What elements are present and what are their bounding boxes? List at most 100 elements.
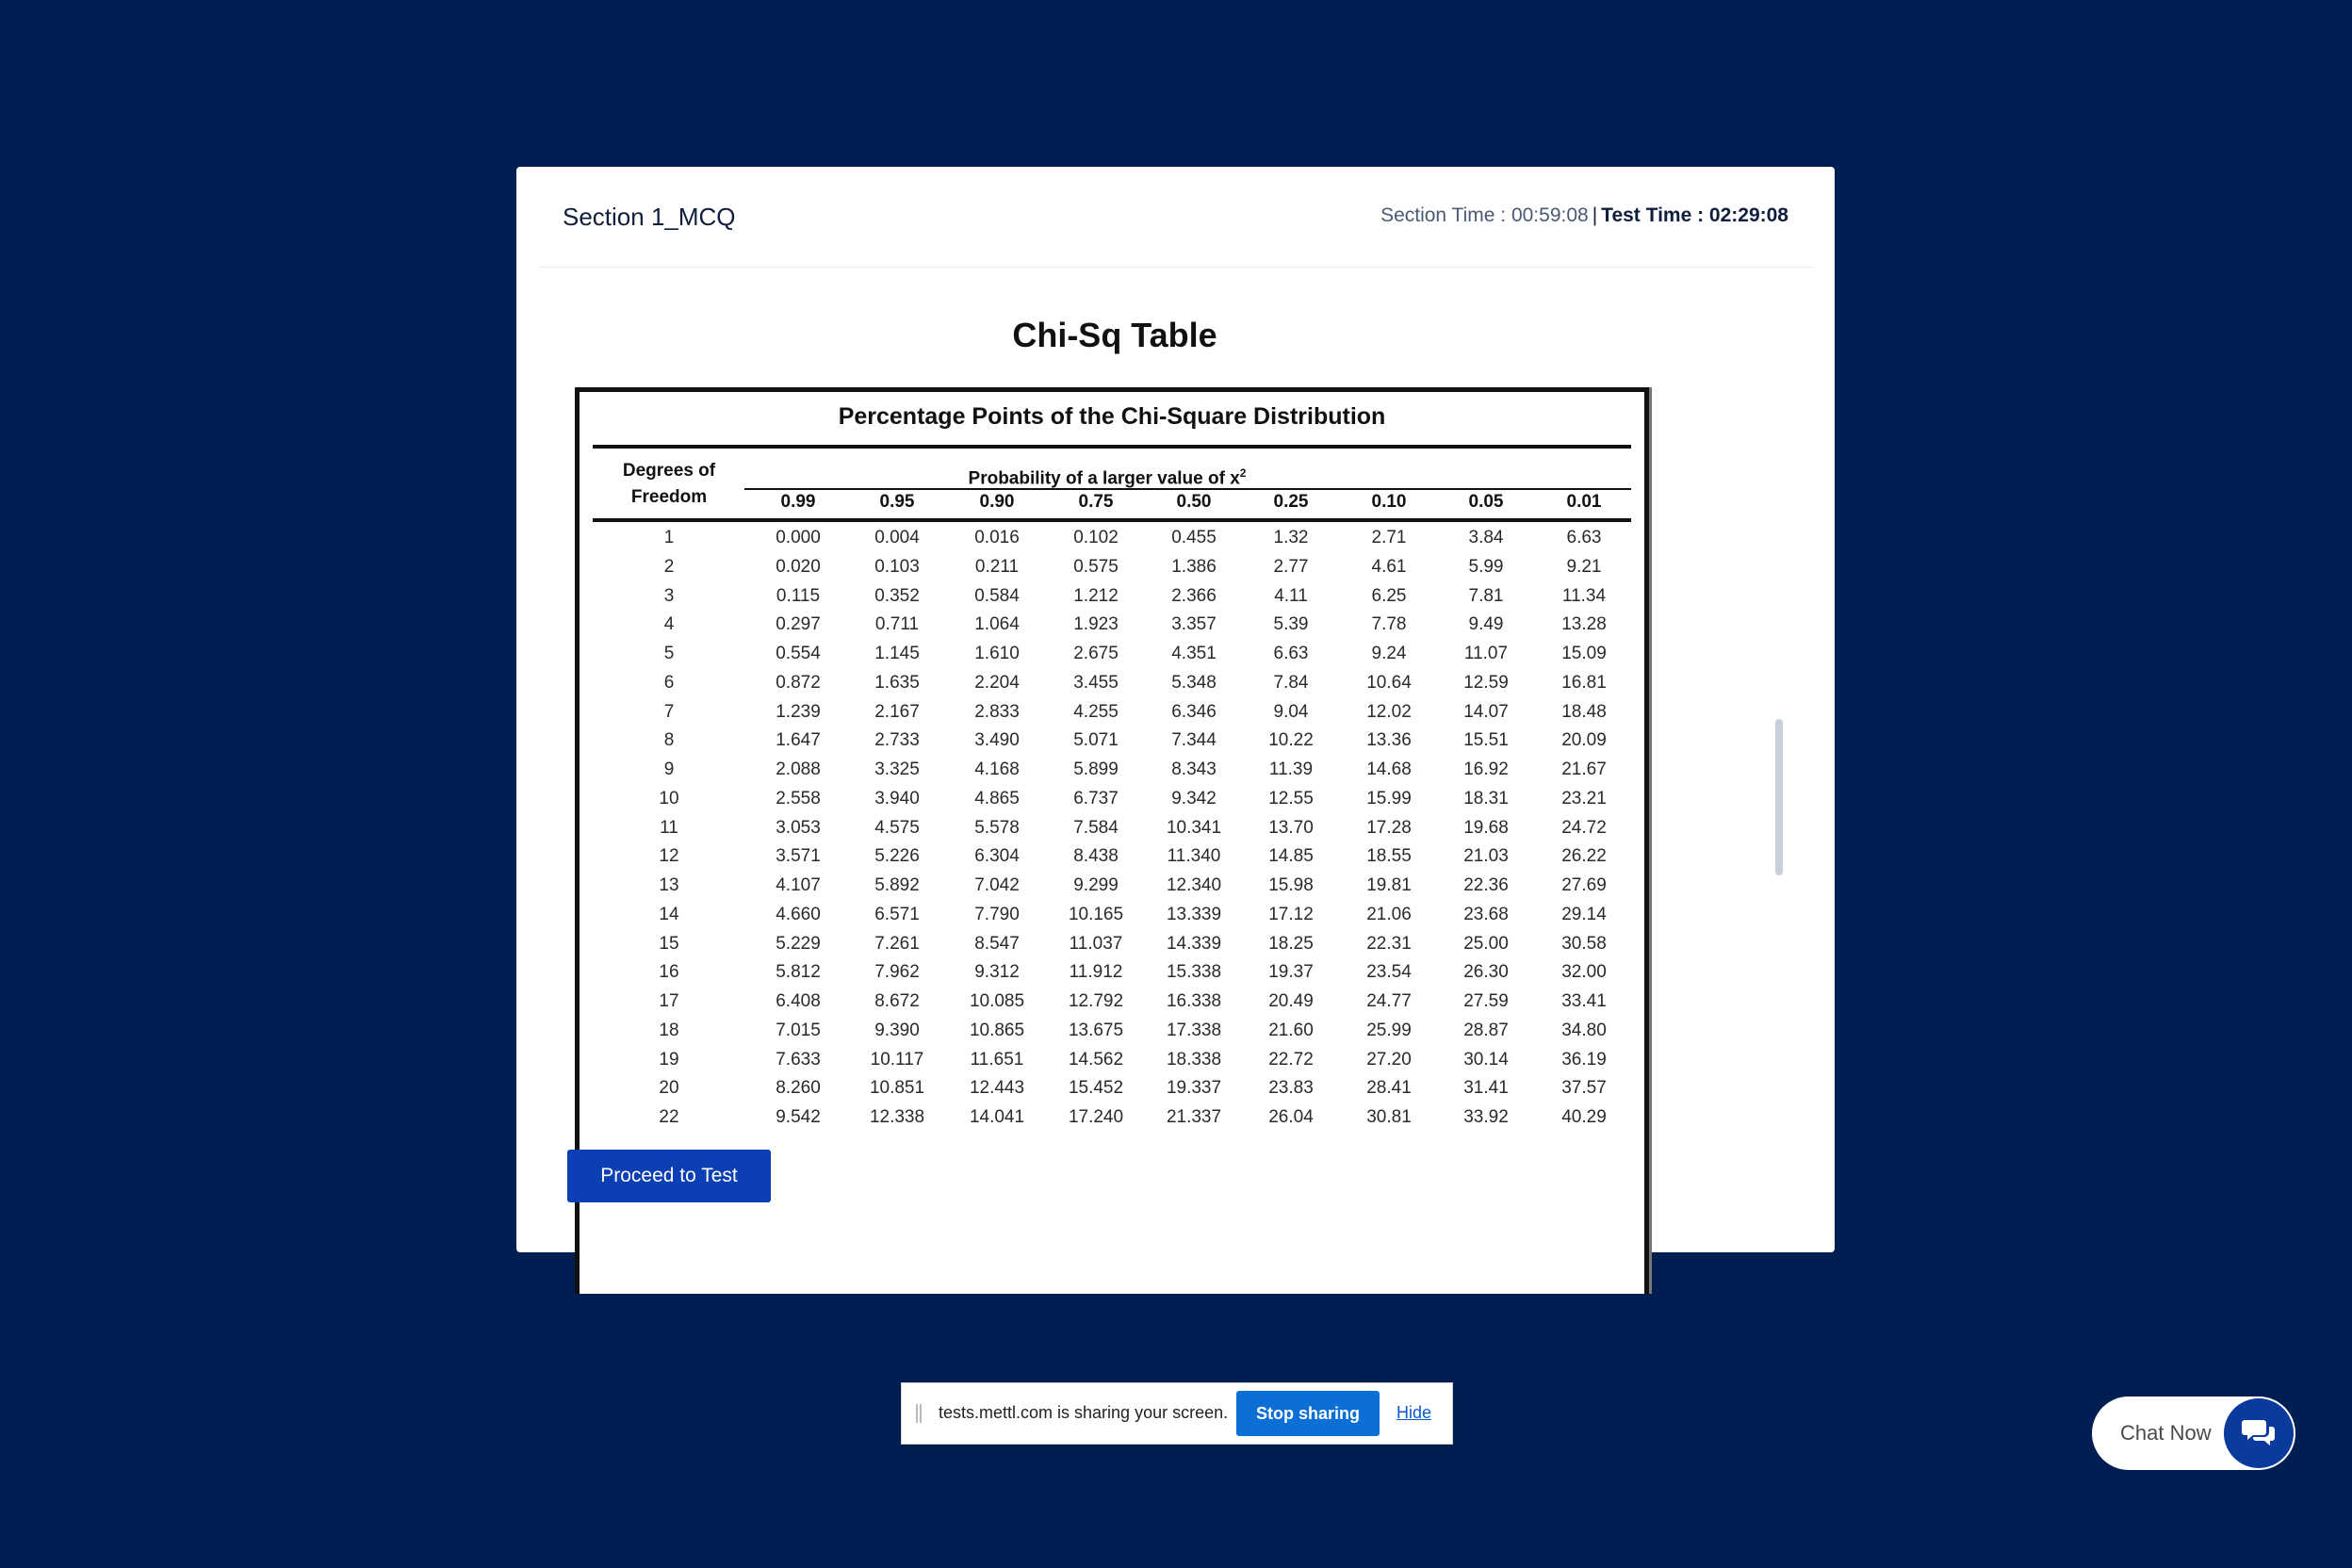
card-header: Section 1_MCQ Section Time : 00:59:08 | Te…: [539, 167, 1812, 268]
table-cell: 21.06: [1366, 904, 1412, 924]
table-cell: 9.24: [1371, 644, 1407, 663]
table-cell: 31.41: [1463, 1078, 1509, 1099]
table-cell: 24.72: [1561, 817, 1607, 838]
table-cell: 0.575: [1073, 556, 1119, 577]
table-cell: 5.899: [1073, 760, 1119, 779]
table-cell: 7.584: [1073, 817, 1119, 838]
table-cell: 18.55: [1366, 846, 1412, 867]
df-cell: 20: [659, 1078, 679, 1099]
table-cell: 3.84: [1468, 528, 1504, 547]
table-cell: 11.037: [1069, 933, 1123, 954]
table-cell: 7.344: [1171, 730, 1217, 751]
table-row: 5 0.554 1.145 1.610 2.675 4.351 6.63 9.24 11.07 1…: [580, 640, 1644, 668]
table-cell: 4.865: [974, 788, 1020, 808]
table-cell: 2.733: [874, 730, 920, 751]
table-cell: 23.54: [1366, 962, 1412, 983]
table-cell: 0.872: [776, 672, 821, 693]
stop-sharing-button[interactable]: Stop sharing: [1236, 1391, 1380, 1436]
column-header: 0.10: [1371, 492, 1407, 512]
table-cell: 21.67: [1561, 760, 1607, 779]
table-cell: 14.041: [969, 1107, 1025, 1127]
drag-handle-icon[interactable]: [916, 1404, 922, 1423]
table-cell: 1.145: [874, 644, 920, 663]
chat-icon-button[interactable]: [2224, 1398, 2294, 1468]
table-row: 6 0.872 1.635 2.204 3.455 5.348 7.84 10.64 12.59…: [580, 669, 1644, 697]
table-cell: 10.851: [869, 1078, 925, 1099]
table-cell: 4.107: [776, 875, 821, 895]
table-cell: 27.20: [1366, 1049, 1412, 1070]
table-cell: 18.48: [1561, 701, 1607, 722]
probability-rule: [744, 488, 1631, 490]
table-cell: 19.81: [1366, 875, 1412, 895]
df-header-line2: Freedom: [630, 487, 708, 507]
df-cell: 10: [659, 788, 679, 808]
df-cell: 1: [663, 528, 675, 547]
table-row: 15 5.229 7.261 8.547 11.037 14.339 18.25 22.31 2…: [580, 930, 1644, 958]
page-title: Chi-Sq Table: [1012, 316, 1217, 354]
table-cell: 0.584: [974, 585, 1020, 606]
table-cell: 1.923: [1073, 614, 1119, 635]
table-row: 12 3.571 5.226 6.304 8.438 11.340 14.85 18.55 21…: [580, 842, 1644, 871]
table-cell: 22.72: [1268, 1049, 1314, 1070]
proceed-to-test-button[interactable]: Proceed to Test: [567, 1150, 771, 1202]
table-cell: 5.348: [1171, 672, 1217, 693]
table-cell: 16.92: [1463, 760, 1509, 779]
df-cell: 14: [659, 904, 679, 924]
table-cell: 4.255: [1073, 701, 1119, 722]
table-row: 19 7.633 10.117 11.651 14.562 18.338 22.72 27.2…: [580, 1046, 1644, 1074]
table-cell: 11.34: [1561, 585, 1607, 606]
table-cell: 2.204: [974, 672, 1020, 693]
table-cell: 14.562: [1068, 1049, 1124, 1070]
table-cell: 26.04: [1268, 1107, 1314, 1127]
table-cell: 5.812: [776, 962, 821, 983]
table-cell: 19.337: [1166, 1078, 1222, 1099]
table-cell: 8.438: [1073, 846, 1119, 867]
table-cell: 4.351: [1171, 644, 1217, 663]
chat-now-label[interactable]: Chat Now: [2120, 1421, 2212, 1446]
table-row: 9 2.088 3.325 4.168 5.899 8.343 11.39 14.68 16.9…: [580, 756, 1644, 784]
table-row: 13 4.107 5.892 7.042 9.299 12.340 15.98 19.81 22…: [580, 872, 1644, 900]
table-cell: 9.299: [1073, 875, 1119, 895]
df-header: Degrees of Freedom: [598, 458, 740, 511]
table-row: 18 7.015 9.390 10.865 13.675 17.338 21.60 25.99…: [580, 1017, 1644, 1045]
table-cell: 3.325: [874, 760, 920, 779]
table-cell: 16.81: [1561, 672, 1607, 693]
table-cell: 0.211: [974, 556, 1020, 577]
df-cell: 17: [659, 991, 679, 1011]
df-header-line1: Degrees of: [622, 461, 716, 481]
table-cell: 23.68: [1463, 904, 1509, 924]
table-cell: 6.63: [1566, 528, 1602, 547]
chat-now-widget[interactable]: Chat Now: [2092, 1396, 2295, 1470]
section-title: Section 1_MCQ: [563, 203, 736, 231]
table-cell: 1.064: [974, 614, 1020, 635]
column-header: 0.05: [1468, 492, 1504, 512]
table-cell: 16.338: [1166, 991, 1222, 1011]
table-cell: 15.09: [1561, 644, 1607, 663]
table-row: 11 3.053 4.575 5.578 7.584 10.341 13.70 17.28 19…: [580, 814, 1644, 842]
table-cell: 0.711: [874, 614, 920, 635]
table-cell: 2.167: [874, 701, 920, 722]
table-cell: 5.226: [874, 846, 920, 867]
table-cell: 8.260: [776, 1078, 821, 1099]
table-cell: 33.92: [1463, 1107, 1509, 1127]
table-cell: 0.455: [1171, 528, 1217, 547]
probability-header-sup: 2: [1239, 466, 1247, 480]
table-row: 1 0.000 0.004 0.016 0.102 0.455 1.32 2.71 3.84 6.…: [580, 524, 1644, 552]
table-cell: 7.633: [776, 1049, 821, 1070]
scrollbar-thumb[interactable]: [1775, 719, 1783, 875]
table-cell: 34.80: [1561, 1020, 1607, 1040]
table-cell: 37.57: [1561, 1078, 1607, 1099]
table-cell: 18.338: [1166, 1049, 1222, 1070]
table-cell: 11.07: [1463, 644, 1509, 663]
table-cell: 2.675: [1073, 644, 1119, 663]
table-cell: 10.117: [870, 1049, 924, 1070]
table-cell: 7.042: [974, 875, 1020, 895]
df-cell: 8: [663, 730, 675, 751]
table-cell: 6.346: [1171, 701, 1217, 722]
table-cell: 21.60: [1268, 1020, 1314, 1040]
table-cell: 30.58: [1561, 933, 1607, 954]
instructions-card: Section 1_MCQ Section Time : 00:59:08 | Te…: [516, 167, 1835, 1294]
df-cell: 13: [659, 875, 679, 895]
table-cell: 0.004: [874, 528, 920, 547]
hide-link[interactable]: Hide: [1396, 1403, 1431, 1423]
